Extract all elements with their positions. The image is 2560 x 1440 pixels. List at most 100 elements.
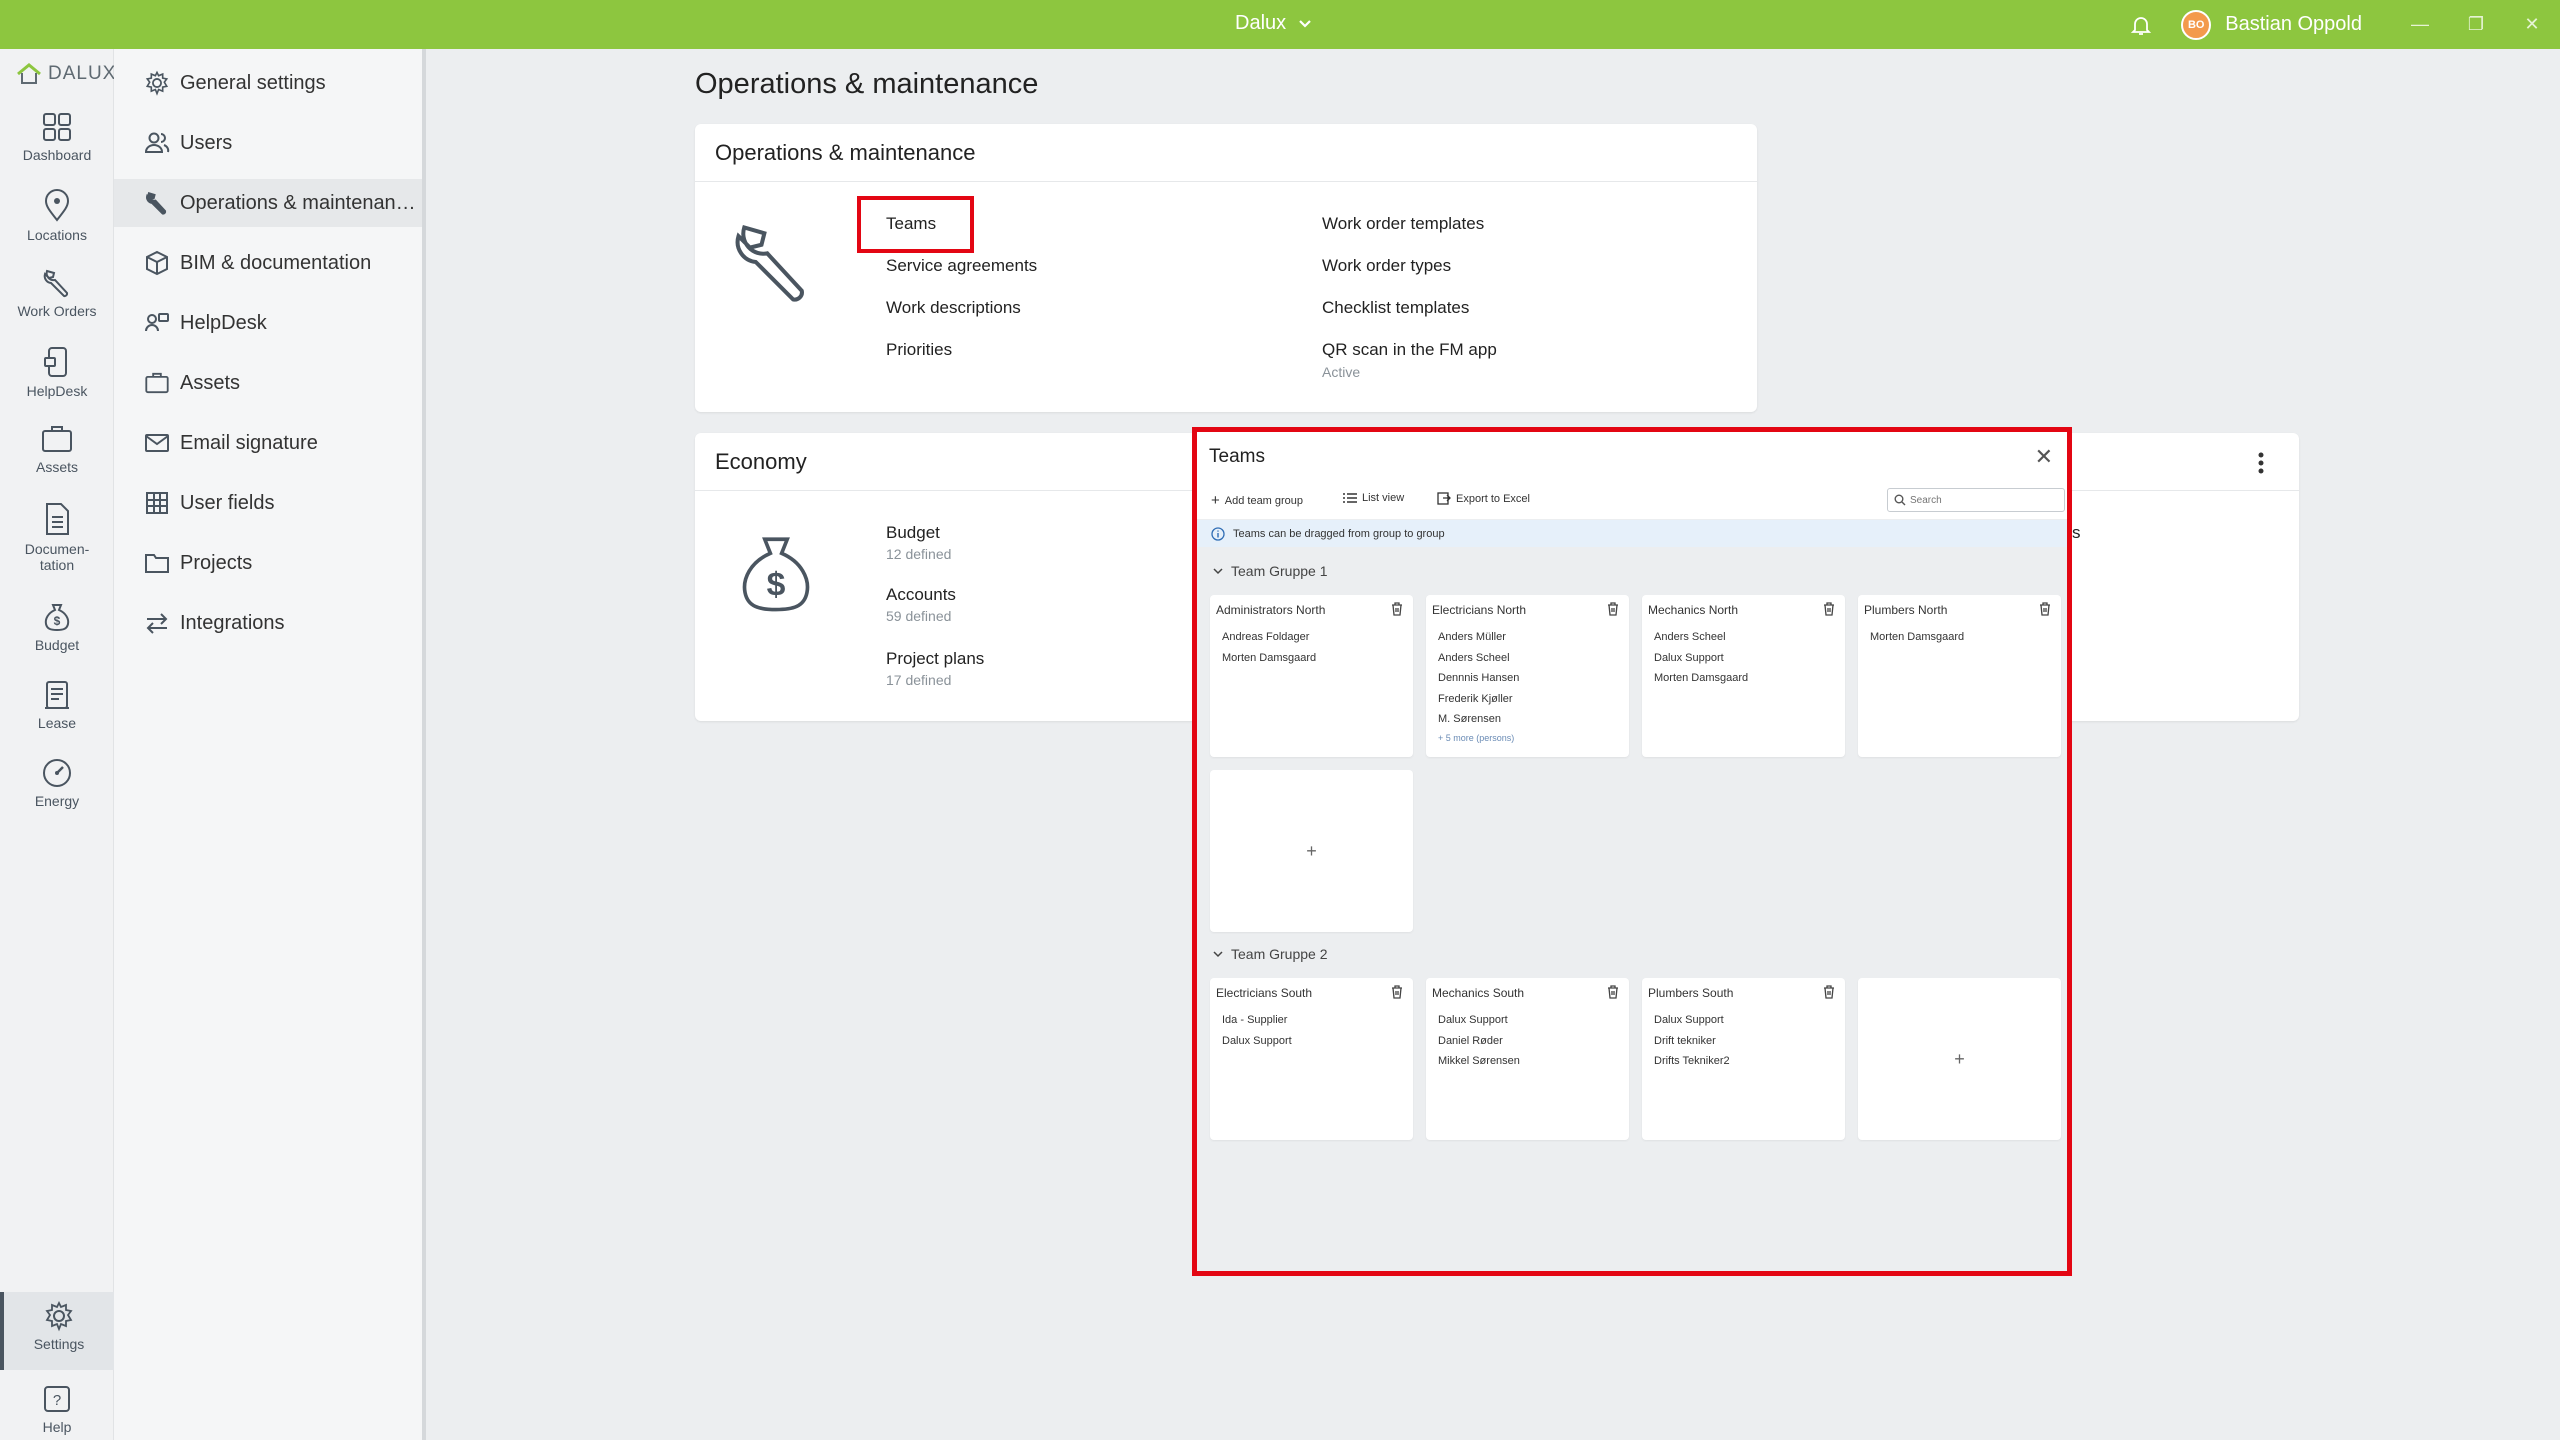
cube-icon <box>146 250 168 276</box>
budget-count: 12 defined <box>886 546 952 562</box>
link-work-order-templates[interactable]: Work order templates <box>1322 214 1484 234</box>
nav-email-signature[interactable]: Email signature <box>114 419 422 467</box>
more-members-link[interactable]: + 5 more (persons) <box>1438 730 1519 746</box>
team-member: M. Sørensen <box>1438 713 1501 725</box>
table-icon <box>146 492 168 514</box>
link-project-plans[interactable]: Project plans <box>886 649 984 669</box>
page-title: Operations & maintenance <box>695 68 1039 100</box>
nav-general-settings[interactable]: General settings <box>114 59 422 107</box>
team-card[interactable]: Mechanics South Dalux Support Daniel Rød… <box>1426 978 1629 1140</box>
team-card[interactable]: Plumbers South Dalux Support Drift tekni… <box>1642 978 1845 1140</box>
modal-toolbar: + Add team group List view Export to Exc… <box>1197 482 2067 519</box>
team-member: Anders Scheel <box>1438 651 1510 664</box>
team-name: Electricians South <box>1216 986 1313 1000</box>
trash-icon[interactable] <box>1391 602 1403 616</box>
plus-icon: + <box>1211 492 1220 509</box>
add-team-button[interactable]: + <box>1858 978 2061 1140</box>
search-box[interactable] <box>1887 488 2065 512</box>
group-header-2[interactable]: Team Gruppe 2 <box>1213 946 1328 962</box>
rail-item-assets[interactable]: Assets <box>0 423 114 475</box>
team-card[interactable]: Plumbers North Morten Damsgaard <box>1858 595 2061 757</box>
rail-item-budget[interactable]: $ Budget <box>0 601 114 653</box>
nav-users[interactable]: Users <box>114 119 422 167</box>
restore-button[interactable]: ❐ <box>2448 0 2504 49</box>
rail-item-help[interactable]: ? Help <box>0 1383 114 1435</box>
minimize-button[interactable]: — <box>2392 0 2448 49</box>
rail-item-lease[interactable]: Lease <box>0 679 114 731</box>
trash-icon[interactable] <box>1823 602 1835 616</box>
main-rail: DALUX Dashboard Locations Work Orders He… <box>0 49 116 1440</box>
close-icon[interactable]: ✕ <box>2035 444 2053 470</box>
nav-assets[interactable]: Assets <box>114 359 422 407</box>
team-card[interactable]: Mechanics North Anders Scheel Dalux Supp… <box>1642 595 1845 757</box>
trash-icon[interactable] <box>1391 985 1403 999</box>
rail-item-dashboard[interactable]: Dashboard <box>0 111 114 163</box>
user-name[interactable]: Bastian Oppold <box>2225 13 2362 36</box>
rail-item-locations[interactable]: Locations <box>0 189 114 243</box>
wrench-icon <box>146 192 167 215</box>
gear-icon <box>45 1300 73 1332</box>
arrows-icon <box>146 613 168 634</box>
search-input[interactable] <box>1910 494 2060 506</box>
trash-icon[interactable] <box>1823 985 1835 999</box>
nav-bim-documentation[interactable]: BIM & documentation <box>114 239 422 287</box>
group-header-1[interactable]: Team Gruppe 1 <box>1213 563 1328 579</box>
add-team-group-button[interactable]: + Add team group <box>1211 492 1303 509</box>
chevron-down-icon <box>1299 19 1311 28</box>
close-window-button[interactable]: ✕ <box>2504 0 2560 49</box>
users-icon <box>144 132 170 153</box>
nav-projects[interactable]: Projects <box>114 539 422 587</box>
team-member: Morten Damsgaard <box>1222 651 1317 664</box>
team-card[interactable]: Electricians North Anders Müller Anders … <box>1426 595 1629 757</box>
trash-icon[interactable] <box>1607 985 1619 999</box>
trash-icon[interactable] <box>1607 602 1619 616</box>
house-icon <box>17 63 41 84</box>
bell-icon[interactable] <box>2129 13 2153 37</box>
case-icon <box>42 426 72 452</box>
team-member: Frederik Kjøller <box>1438 692 1513 705</box>
info-banner: Teams can be dragged from group to group <box>1197 520 2067 547</box>
nav-user-fields[interactable]: User fields <box>114 479 422 527</box>
team-member: Dalux Support <box>1438 1014 1508 1026</box>
link-budget[interactable]: Budget <box>886 523 940 543</box>
team-member: Anders Scheel <box>1654 631 1726 643</box>
chevron-down-icon <box>1213 567 1223 574</box>
link-accounts[interactable]: Accounts <box>886 585 956 605</box>
rail-item-helpdesk[interactable]: HelpDesk <box>0 345 114 399</box>
avatar[interactable]: BO <box>2181 9 2212 40</box>
wrench-icon <box>43 269 69 298</box>
rail-item-settings[interactable]: Settings <box>0 1292 114 1370</box>
more-vertical-icon[interactable] <box>2257 451 2265 475</box>
nav-operations-maintenance[interactable]: Operations & maintenan… <box>114 179 422 227</box>
export-icon <box>1437 492 1451 505</box>
team-member: Dennnis Hansen <box>1438 672 1520 684</box>
phone-icon <box>44 347 67 377</box>
rail-item-energy[interactable]: Energy <box>0 757 114 809</box>
project-plans-count: 17 defined <box>886 672 952 688</box>
dalux-logo[interactable]: DALUX <box>16 63 116 85</box>
team-member: Dalux Support <box>1654 651 1724 664</box>
title-bar: Dalux BO Bastian Oppold — ❐ ✕ <box>0 0 2560 49</box>
link-priorities[interactable]: Priorities <box>886 340 952 360</box>
rail-item-documentation[interactable]: Documen- tation <box>0 501 114 573</box>
mail-icon <box>145 434 169 452</box>
list-view-button[interactable]: List view <box>1343 492 1404 504</box>
doc-icon <box>46 503 69 535</box>
link-qr-scan[interactable]: QR scan in the FM app <box>1322 340 1497 360</box>
link-service-agreements[interactable]: Service agreements <box>886 256 1037 276</box>
link-checklist-templates[interactable]: Checklist templates <box>1322 298 1469 318</box>
money-bag-icon: $ <box>742 537 810 612</box>
link-work-descriptions[interactable]: Work descriptions <box>886 298 1021 318</box>
team-card[interactable]: Electricians South Ida - Supplier Dalux … <box>1210 978 1413 1140</box>
team-card[interactable]: Administrators North Andreas Foldager Mo… <box>1210 595 1413 757</box>
export-excel-button[interactable]: Export to Excel <box>1437 492 1530 505</box>
rail-item-work-orders[interactable]: Work Orders <box>0 267 114 319</box>
trash-icon[interactable] <box>2039 602 2051 616</box>
link-work-order-types[interactable]: Work order types <box>1322 256 1451 276</box>
help-icon: ? <box>44 1386 70 1412</box>
nav-helpdesk[interactable]: HelpDesk <box>114 299 422 347</box>
nav-integrations[interactable]: Integrations <box>114 599 422 647</box>
workspace-switcher[interactable]: Dalux <box>1235 12 1312 35</box>
svg-text:$: $ <box>54 614 61 628</box>
add-team-button[interactable]: + <box>1210 770 1413 932</box>
